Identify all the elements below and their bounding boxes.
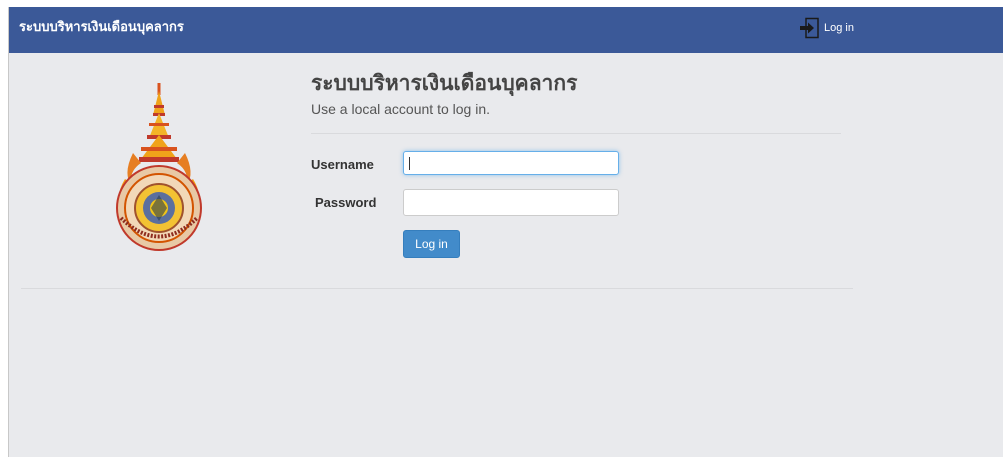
page-frame: ระบบบริหารเงินเดือนบุคลากร Log in ระบบบร…	[8, 7, 1003, 457]
username-input[interactable]	[403, 151, 619, 175]
page-title: ระบบบริหารเงินเดือนบุคลากร	[311, 72, 578, 95]
footer-divider	[21, 288, 853, 289]
sign-in-icon	[799, 17, 821, 39]
text-cursor	[409, 157, 410, 170]
navbar-brand[interactable]: ระบบบริหารเงินเดือนบุคลากร	[19, 16, 184, 37]
login-button[interactable]: Log in	[403, 230, 460, 258]
navbar: ระบบบริหารเงินเดือนบุคลากร Log in	[9, 7, 1003, 53]
username-label: Username	[311, 157, 374, 172]
page-subtitle: Use a local account to log in.	[311, 101, 490, 117]
university-seal-logo	[111, 83, 207, 255]
divider	[311, 133, 841, 134]
navbar-login-label: Log in	[824, 22, 854, 34]
navbar-login-link[interactable]: Log in	[799, 17, 854, 39]
password-input[interactable]	[403, 189, 619, 216]
password-label: Password	[315, 195, 377, 210]
